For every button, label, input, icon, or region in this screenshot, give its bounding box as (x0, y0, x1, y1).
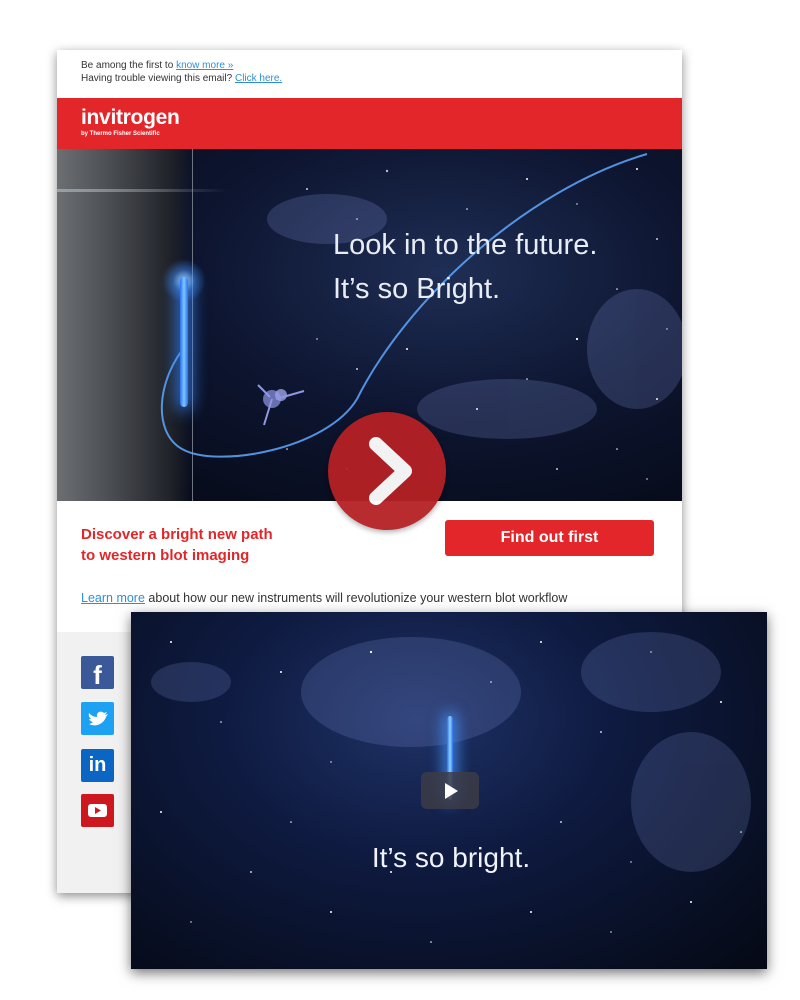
know-more-link[interactable]: know more » (176, 60, 233, 71)
find-out-first-button[interactable]: Find out first (445, 520, 654, 556)
preheader-line-1: Be among the first to know more » (81, 59, 282, 72)
video-play-button[interactable] (421, 772, 479, 809)
chevron-right-icon (369, 437, 412, 505)
preheader: Be among the first to know more » Having… (81, 59, 282, 85)
learn-more-link[interactable]: Learn more (81, 591, 145, 605)
brand-header: invitrogen by Thermo Fisher Scientific (57, 98, 682, 149)
hero-molecule-graphic (257, 384, 305, 426)
youtube-icon (88, 804, 107, 817)
click-here-link[interactable]: Click here. (235, 73, 282, 84)
learn-more-text: about how our new instruments will revol… (144, 591, 568, 605)
promo-headline: Discover a bright new path to western bl… (81, 524, 273, 566)
facebook-icon: f (93, 660, 102, 690)
video-caption: It’s so bright. (371, 842, 531, 873)
twitter-icon (88, 711, 108, 726)
learn-more-sentence: Learn more about how our new instruments… (81, 591, 567, 605)
youtube-button[interactable] (81, 794, 114, 827)
hero-headline-2: It’s so Bright. (333, 273, 501, 305)
twitter-button[interactable] (81, 702, 114, 735)
promo-headline-2: to western blot imaging (81, 547, 250, 564)
hero-headline-1: Look in to the future. (333, 229, 598, 261)
hero-light-stick (180, 277, 188, 407)
preheader-text-2: Having trouble viewing this email? (81, 73, 233, 84)
video-player[interactable]: It’s so bright. (131, 612, 767, 969)
linkedin-button[interactable]: in (81, 749, 114, 782)
linkedin-icon: in (88, 754, 107, 776)
facebook-button[interactable]: f (81, 656, 114, 690)
brand-tagline: by Thermo Fisher Scientific (81, 131, 160, 137)
brand-logo[interactable]: invitrogen (81, 106, 180, 130)
promo-headline-1: Discover a bright new path (81, 526, 273, 543)
preheader-line-2: Having trouble viewing this email? Click… (81, 72, 282, 85)
preheader-text-1: Be among the first to (81, 60, 174, 71)
play-video-button[interactable] (328, 412, 446, 530)
